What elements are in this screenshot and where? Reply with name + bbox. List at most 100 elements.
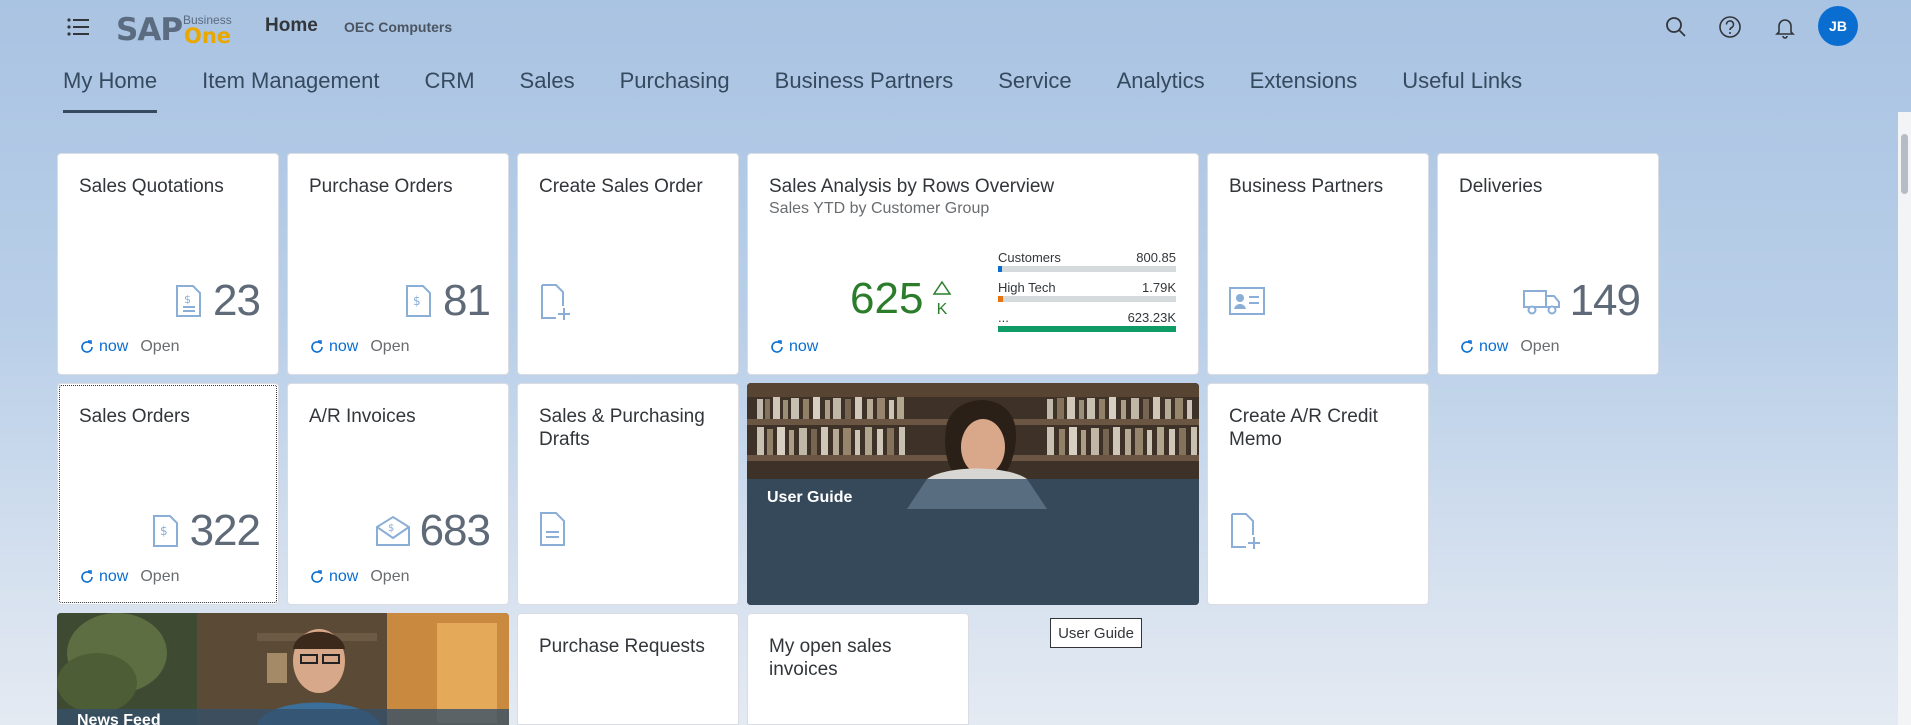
tab-useful-links[interactable]: Useful Links <box>1402 68 1522 116</box>
status-label: Open <box>140 338 180 355</box>
bar-track <box>998 326 1176 332</box>
tile-footer: now Open <box>1459 338 1560 356</box>
bar-label: High Tech <box>998 280 1056 295</box>
tile-my-open-sales-invoices[interactable]: My open sales invoices <box>747 613 969 725</box>
delivery-truck-icon <box>1522 290 1560 315</box>
kpi-value: 322 <box>189 506 261 555</box>
tab-business-partners[interactable]: Business Partners <box>775 68 954 116</box>
new-document-icon <box>538 282 574 327</box>
tile-sales-quotations[interactable]: Sales Quotations $ 23 now Open <box>57 153 279 375</box>
tab-crm[interactable]: CRM <box>424 68 474 116</box>
tab-my-home[interactable]: My Home <box>63 68 158 116</box>
sales-quotation-document-icon: $ <box>176 285 202 317</box>
bar-value: 623.23K <box>1127 310 1176 325</box>
tile-title-banner: User Guide <box>747 479 1199 605</box>
tile-title: User Guide <box>767 489 853 506</box>
refresh-link[interactable]: now <box>309 338 358 356</box>
kpi-unit: K <box>936 301 948 318</box>
tile-sales-analysis[interactable]: Sales Analysis by Rows Overview Sales YT… <box>747 153 1199 375</box>
page-title: Home <box>265 15 318 36</box>
bar-track <box>998 296 1176 302</box>
refresh-link[interactable]: now <box>769 338 818 356</box>
bar-label: ... <box>998 310 1009 325</box>
status-label: Open <box>370 338 410 355</box>
tooltip: User Guide <box>1050 618 1142 648</box>
bar-row-high-tech: High Tech 1.79K <box>998 280 1176 310</box>
refresh-label: now <box>99 338 129 355</box>
user-avatar[interactable]: JB <box>1818 6 1858 46</box>
status-label: Open <box>370 568 410 585</box>
tile-purchase-requests[interactable]: Purchase Requests <box>517 613 739 725</box>
refresh-link[interactable]: now <box>79 338 128 356</box>
tile-title-banner: News Feed <box>57 709 509 725</box>
tile-title: Sales Orders <box>79 406 190 427</box>
tile-title: A/R Invoices <box>309 406 416 427</box>
tile-title: My open sales invoices <box>769 636 892 680</box>
tile-deliveries[interactable]: Deliveries 149 now Open <box>1437 153 1659 375</box>
trend-up-icon <box>932 280 952 295</box>
tile-title: Sales & Purchasing Drafts <box>539 406 705 450</box>
tile-create-sales-order[interactable]: Create Sales Order <box>517 153 739 375</box>
kpi-value: 23 <box>213 276 261 325</box>
bar-fill <box>998 326 1176 332</box>
refresh-link[interactable]: now <box>309 568 358 586</box>
contact-card-icon <box>1228 286 1266 321</box>
kpi-value: 625 <box>850 274 924 323</box>
kpi-value: 81 <box>443 276 491 325</box>
help-icon[interactable] <box>1716 13 1744 41</box>
sales-order-document-icon: $ <box>152 515 178 547</box>
refresh-label: now <box>329 568 359 585</box>
tab-service[interactable]: Service <box>998 68 1071 116</box>
tab-item-management[interactable]: Item Management <box>202 68 379 116</box>
bar-fill <box>998 266 1002 272</box>
new-document-icon <box>1228 511 1264 556</box>
page-scrollbar[interactable] <box>1898 112 1911 725</box>
shell-bar: SAP Business One Home OEC Computers JB <box>0 0 1911 54</box>
tile-business-partners[interactable]: Business Partners <box>1207 153 1429 375</box>
refresh-icon <box>311 340 323 353</box>
tile-title: Purchase Requests <box>539 636 705 657</box>
company-name: OEC Computers <box>344 19 453 35</box>
tab-purchasing[interactable]: Purchasing <box>620 68 730 116</box>
refresh-icon <box>771 340 783 353</box>
bar-row-customers: Customers 800.85 <box>998 250 1176 280</box>
bar-row-other: ... 623.23K <box>998 310 1176 340</box>
tile-subtitle: Sales YTD by Customer Group <box>769 200 990 217</box>
refresh-link[interactable]: now <box>79 568 128 586</box>
tile-news-feed[interactable]: News Feed <box>57 613 509 725</box>
svg-text:$: $ <box>388 523 394 534</box>
bar-fill <box>998 296 1004 302</box>
draft-document-icon <box>538 510 568 553</box>
tile-title: Sales Analysis by Rows Overview <box>769 176 1055 197</box>
tab-sales[interactable]: Sales <box>520 68 575 116</box>
sap-business-one-logo[interactable]: SAP Business One <box>116 12 240 48</box>
bar-label: Customers <box>998 250 1061 265</box>
tile-sales-purchasing-drafts[interactable]: Sales & Purchasing Drafts <box>517 383 739 605</box>
tile-ar-invoices[interactable]: A/R Invoices $ 683 now Open <box>287 383 509 605</box>
tile-sales-orders[interactable]: Sales Orders $ 322 now Open <box>57 383 279 605</box>
search-icon[interactable] <box>1662 13 1690 41</box>
kpi-value: 149 <box>1569 276 1641 325</box>
notification-bell-icon[interactable] <box>1771 13 1799 41</box>
refresh-label: now <box>99 568 129 585</box>
refresh-link[interactable]: now <box>1459 338 1508 356</box>
menu-icon[interactable] <box>66 14 92 40</box>
tile-create-ar-credit-memo[interactable]: Create A/R Credit Memo <box>1207 383 1429 605</box>
tile-title: Sales Quotations <box>79 176 224 197</box>
tab-analytics[interactable]: Analytics <box>1117 68 1205 116</box>
bar-value: 1.79K <box>1142 280 1176 295</box>
tile-footer: now Open <box>79 568 180 586</box>
bar-value: 800.85 <box>1136 250 1176 265</box>
tile-footer: now <box>769 338 830 356</box>
refresh-icon <box>311 570 323 583</box>
tile-user-guide[interactable]: User Guide <box>747 383 1199 605</box>
tab-extensions[interactable]: Extensions <box>1250 68 1358 116</box>
svg-text:$: $ <box>160 524 168 538</box>
tile-title: Business Partners <box>1229 176 1384 197</box>
tile-purchase-orders[interactable]: Purchase Orders $ 81 now Open <box>287 153 509 375</box>
kpi-value: 683 <box>419 506 491 555</box>
tile-title: Create A/R Credit Memo <box>1229 406 1378 450</box>
refresh-icon <box>81 570 93 583</box>
scrollbar-thumb[interactable] <box>1901 134 1908 194</box>
bar-track <box>998 266 1176 272</box>
